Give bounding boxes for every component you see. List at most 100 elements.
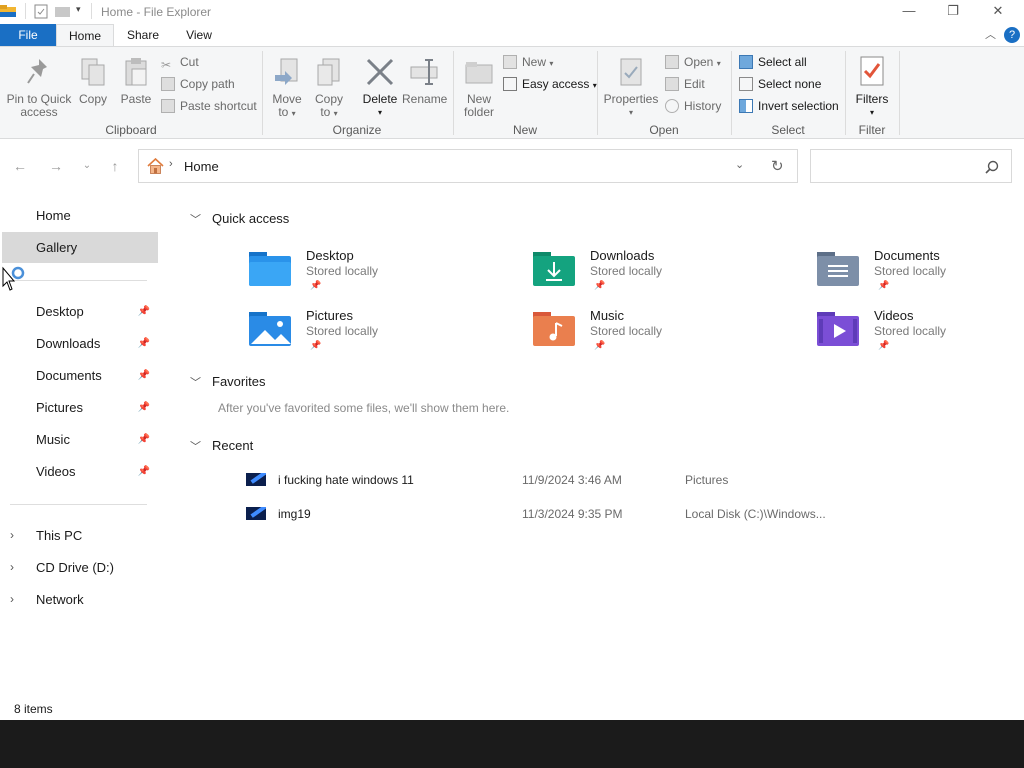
collapse-chevron-icon[interactable]: ﹀	[190, 438, 212, 454]
new-item-button[interactable]: New ▾	[503, 53, 553, 71]
move-to-button[interactable]: Move to ▾	[268, 57, 306, 120]
tab-home[interactable]: Home	[56, 24, 114, 46]
delete-button[interactable]: Delete ▾	[358, 57, 402, 119]
invert-selection-button[interactable]: Invert selection	[739, 97, 839, 115]
cut-button[interactable]: ✂ Cut	[161, 53, 199, 72]
maximize-button[interactable]: ❐	[930, 0, 976, 24]
minimize-ribbon-icon[interactable]: ︿	[985, 26, 996, 42]
properties-button[interactable]: Properties ▾	[602, 57, 660, 119]
up-button[interactable]: ↑	[104, 155, 126, 177]
refresh-icon[interactable]: ↻	[771, 157, 784, 175]
favorites-empty-message: After you've favorited some files, we'll…	[218, 401, 510, 415]
tile-subtitle: Stored locally	[874, 324, 947, 338]
edit-button[interactable]: Edit	[665, 75, 705, 93]
pin-icon: 📌	[594, 340, 606, 350]
breadcrumb-home[interactable]: Home	[184, 159, 219, 174]
properties-icon	[620, 58, 642, 86]
help-icon[interactable]: ?	[1004, 27, 1020, 43]
expand-chevron-icon[interactable]: ›	[10, 552, 14, 583]
nav-item-desktop[interactable]: Desktop 📌	[0, 296, 156, 327]
busy-cursor-icon	[2, 266, 25, 291]
move-to-icon	[275, 58, 298, 85]
address-dropdown-icon[interactable]: ⌄	[735, 158, 744, 171]
pin-to-quick-access-button[interactable]: Pin to Quick access	[4, 57, 74, 119]
easy-access-icon	[503, 77, 517, 91]
nav-item-this-pc[interactable]: › This PC	[0, 520, 156, 551]
pictures-folder-icon	[249, 312, 291, 346]
nav-item-gallery[interactable]: Gallery	[2, 232, 158, 263]
search-box[interactable]	[810, 149, 1012, 183]
nav-downloads-label: Downloads	[36, 336, 101, 351]
select-none-button[interactable]: Select none	[739, 75, 821, 93]
filters-button[interactable]: Filters ▾	[851, 55, 893, 119]
pin-icon: 📌	[137, 338, 150, 349]
title-bar: ▾ Home - File Explorer — ❐ ✕	[0, 0, 1024, 24]
new-item-icon	[503, 55, 517, 69]
pin-icon	[27, 59, 47, 84]
copy-to-label-2: to	[320, 105, 331, 119]
copy-to-icon	[317, 58, 340, 86]
paste-label: Paste	[120, 92, 152, 106]
new-folder-button[interactable]: New folder	[459, 57, 499, 119]
nav-item-downloads[interactable]: Downloads 📌	[0, 328, 156, 359]
quick-access-title: Quick access	[212, 211, 290, 226]
forward-button[interactable]: →	[45, 155, 67, 177]
close-button[interactable]: ✕	[975, 0, 1021, 24]
folder-icon	[0, 5, 16, 17]
properties-quick-icon[interactable]	[34, 4, 48, 19]
recent-file-name: i fucking hate windows 11	[278, 473, 414, 487]
new-folder-quick-icon[interactable]	[55, 5, 70, 17]
paste-button[interactable]: Paste	[118, 57, 154, 106]
nav-item-documents[interactable]: Documents 📌	[0, 360, 156, 391]
pin-icon: 📌	[310, 280, 322, 290]
delete-x-icon	[366, 58, 394, 86]
nav-item-videos[interactable]: Videos 📌	[0, 456, 156, 487]
nav-item-cd-drive[interactable]: › CD Drive (D:)	[0, 552, 156, 583]
history-button[interactable]: History	[665, 97, 721, 115]
paste-shortcut-button[interactable]: Paste shortcut	[161, 97, 257, 115]
copy-to-button[interactable]: Copy to ▾	[310, 57, 348, 120]
back-button[interactable]: ←	[9, 155, 31, 177]
nav-item-pictures[interactable]: Pictures 📌	[0, 392, 156, 423]
rename-button[interactable]: Rename	[402, 57, 447, 106]
pin-label-2: access	[20, 105, 58, 119]
history-label: History	[684, 99, 722, 113]
tab-view[interactable]: View	[176, 24, 222, 46]
videos-folder-icon	[817, 312, 859, 346]
address-bar[interactable]: › Home ⌄ ↻	[138, 149, 798, 183]
tile-name: Downloads	[590, 248, 655, 263]
expand-chevron-icon[interactable]: ›	[10, 520, 14, 551]
copy-path-label: Copy path	[180, 77, 235, 91]
copy-path-button[interactable]: Copy path	[161, 75, 235, 93]
nav-item-music[interactable]: Music 📌	[0, 424, 156, 455]
search-input[interactable]	[817, 156, 977, 176]
ribbon-tabs: File Home Share View ︿ ?	[0, 24, 1024, 46]
quick-access-header[interactable]: ﹀ Quick access	[190, 211, 289, 227]
nav-item-home[interactable]: Home	[0, 200, 156, 231]
nav-item-network[interactable]: › Network	[0, 584, 156, 615]
collapse-chevron-icon[interactable]: ﹀	[190, 374, 212, 390]
minimize-button[interactable]: —	[886, 0, 932, 24]
nav-documents-label: Documents	[36, 368, 102, 383]
easy-access-label: Easy access	[522, 77, 590, 91]
tile-subtitle: Stored locally	[590, 324, 663, 338]
file-explorer-window: ▾ Home - File Explorer — ❐ ✕ File Home S…	[0, 0, 1024, 720]
select-all-button[interactable]: Select all	[739, 53, 807, 71]
open-icon	[665, 55, 679, 69]
collapse-chevron-icon[interactable]: ﹀	[190, 211, 212, 227]
recent-header[interactable]: ﹀ Recent	[190, 438, 253, 454]
tile-subtitle: Stored locally	[590, 264, 663, 278]
expand-chevron-icon[interactable]: ›	[10, 584, 14, 615]
recent-locations-button[interactable]: ⌄	[76, 155, 98, 177]
qat-divider	[25, 3, 26, 19]
tab-file[interactable]: File	[0, 24, 56, 46]
tab-share[interactable]: Share	[120, 24, 166, 46]
nav-desktop-label: Desktop	[36, 304, 84, 319]
breadcrumb-chevron-icon: ›	[169, 158, 173, 170]
favorites-header[interactable]: ﹀ Favorites	[190, 374, 265, 390]
copy-button[interactable]: Copy	[75, 57, 111, 106]
easy-access-button[interactable]: Easy access ▾	[503, 75, 597, 93]
select-group-label: Select	[771, 123, 805, 137]
open-button[interactable]: Open ▾	[665, 53, 721, 71]
customize-qat-icon[interactable]: ▾	[76, 4, 81, 15]
